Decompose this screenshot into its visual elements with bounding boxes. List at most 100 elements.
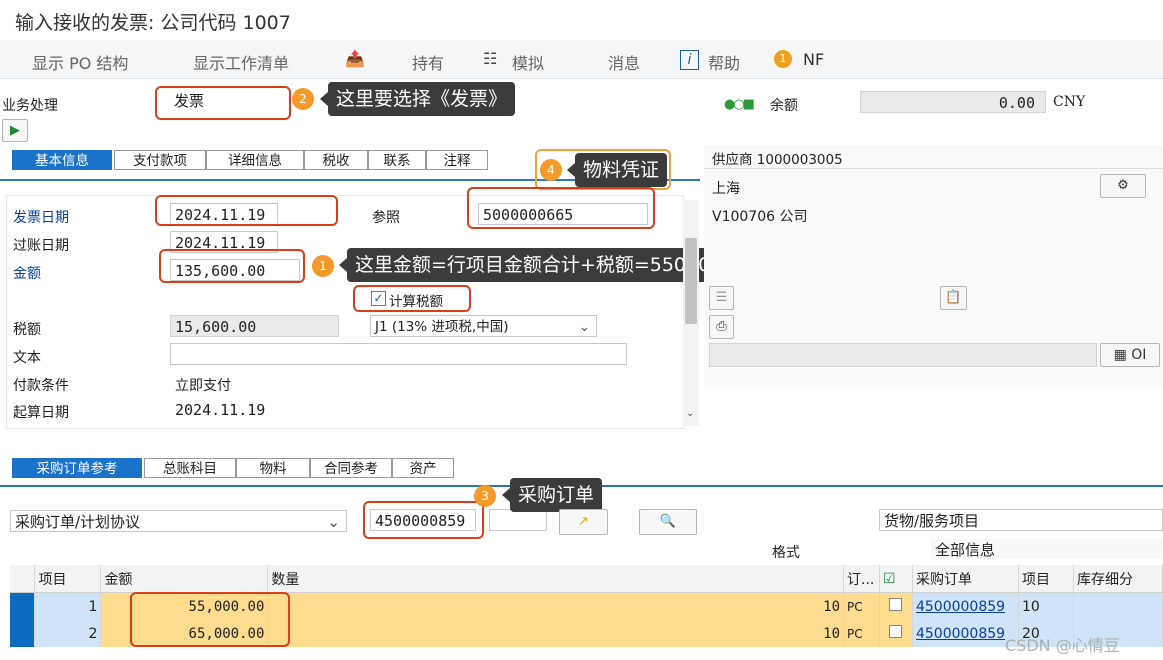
- baseline-date-field[interactable]: 2024.11.19: [170, 398, 278, 420]
- row-quantity[interactable]: 10: [267, 592, 845, 620]
- export-icon[interactable]: 📤: [345, 49, 365, 68]
- po-link[interactable]: 4500000859: [916, 626, 1005, 642]
- tax-label: 税额: [13, 322, 41, 338]
- annotation-box-reference: [467, 187, 655, 229]
- tab-contract-reference[interactable]: 合同参考: [310, 458, 392, 478]
- tab-payment[interactable]: 支付款项: [114, 150, 206, 170]
- table-header: 项目 金额 数量 订... ☑ 采购订单 项目 库存细分: [10, 565, 1163, 593]
- annotation-box-amounts: [130, 592, 290, 647]
- row-unit: PC: [843, 592, 880, 620]
- row-unit: PC: [843, 620, 880, 647]
- expand-icon[interactable]: ▶: [2, 119, 28, 142]
- vendor-city: 上海: [712, 181, 740, 197]
- chevron-down-icon: ⌄: [578, 319, 590, 335]
- col-amount: 金额: [100, 565, 269, 593]
- grid-icon: ▦: [1113, 347, 1127, 363]
- show-po-structure-button[interactable]: 显示 PO 结构: [32, 50, 128, 74]
- item-type-select[interactable]: 货物/服务项目: [879, 509, 1163, 531]
- tab-asset[interactable]: 资产: [392, 458, 454, 478]
- payment-terms-label: 付款条件: [13, 378, 69, 394]
- text-label: 文本: [13, 350, 41, 366]
- row-po-item: 10: [1018, 592, 1074, 620]
- vendor-balance-field: [709, 343, 1097, 367]
- scrollbar[interactable]: ⌄: [683, 200, 699, 426]
- amount-label: 金额: [13, 266, 41, 282]
- col-po-item: 项目: [1018, 565, 1074, 593]
- tab-basic[interactable]: 基本信息: [12, 150, 112, 170]
- basic-data-panel: [6, 195, 684, 429]
- simulate-button[interactable]: 模拟: [512, 50, 544, 74]
- scroll-down-icon[interactable]: ⌄: [686, 408, 694, 419]
- balance-label: 余额: [770, 98, 798, 114]
- payment-terms-value: 立即支付: [175, 378, 231, 394]
- row-stock-segment: [1073, 592, 1163, 620]
- tab-details[interactable]: 详细信息: [206, 150, 304, 170]
- row-po[interactable]: 4500000859: [912, 620, 1019, 647]
- tab-tax[interactable]: 税收: [304, 150, 368, 170]
- tax-code-select[interactable]: J1 (13% 进项税,中国) ⌄: [370, 315, 597, 337]
- col-po: 采购订单: [912, 565, 1019, 593]
- invoice-date-label: 发票日期: [13, 210, 69, 226]
- select-all-cell[interactable]: [10, 565, 36, 593]
- col-check: ☑: [879, 565, 913, 593]
- tab-contact[interactable]: 联系: [368, 150, 426, 170]
- col-quantity: 数量: [267, 565, 845, 593]
- row-quantity[interactable]: 10: [267, 620, 845, 647]
- tab-po-reference[interactable]: 采购订单参考: [12, 458, 142, 478]
- tab-material[interactable]: 物料: [236, 458, 310, 478]
- col-item: 项目: [34, 565, 102, 593]
- annotation-callout-3: 采购订单: [501, 478, 603, 512]
- annotation-badge-3: 3: [474, 485, 496, 507]
- transaction-label: 业务处理: [2, 98, 58, 114]
- row-checkbox[interactable]: [879, 620, 913, 647]
- vendor-detail-icon[interactable]: ⚙: [1100, 174, 1146, 198]
- row-selector[interactable]: [10, 592, 36, 620]
- nf-button[interactable]: NF: [803, 50, 824, 69]
- doc-type-select[interactable]: 采购订单/计划协议 ⌄: [10, 510, 347, 532]
- open-items-button[interactable]: ▦ OI: [1100, 343, 1160, 367]
- export-po-icon[interactable]: ↗: [559, 509, 608, 535]
- help-button[interactable]: 帮助: [708, 50, 740, 74]
- vendor-divider: [704, 168, 1163, 169]
- row-checkbox[interactable]: [879, 592, 913, 620]
- annotation-box-date: [155, 195, 338, 226]
- hold-button[interactable]: 持有: [412, 50, 444, 74]
- balance-field: 0.00: [860, 91, 1046, 113]
- row-po[interactable]: 4500000859: [912, 592, 1019, 620]
- layout-label: 格式: [772, 545, 800, 561]
- po-link[interactable]: 4500000859: [916, 599, 1005, 615]
- annotation-badge-2: 2: [292, 88, 314, 110]
- page-title: 输入接收的发票: 公司代码 1007: [15, 12, 291, 34]
- vendor-name: V100706 公司: [712, 209, 808, 225]
- annotation-callout-2: 这里要选择《发票》: [319, 82, 516, 116]
- scrollbar-thumb[interactable]: [685, 238, 697, 324]
- row-selector[interactable]: [10, 620, 36, 647]
- simulate-icon: ☷: [483, 49, 498, 68]
- tab-gl-account[interactable]: 总账科目: [144, 458, 236, 478]
- tab-notes[interactable]: 注释: [426, 150, 488, 170]
- search-po-icon[interactable]: 🔍: [639, 509, 697, 535]
- text-field[interactable]: [170, 343, 627, 365]
- baseline-date-label: 起算日期: [13, 405, 69, 421]
- po-item-field[interactable]: [489, 509, 547, 531]
- clipboard-icon[interactable]: 📋: [940, 286, 967, 310]
- tax-code-value: J1 (13% 进项税,中国): [375, 319, 509, 335]
- annotation-box-calctax: [353, 285, 471, 312]
- annotation-box-3: [363, 501, 484, 539]
- annotation-callout-4: 物料凭证: [566, 153, 668, 187]
- tax-amount-field: 15,600.00: [170, 315, 339, 337]
- info-icon: i: [680, 50, 699, 70]
- messages-button[interactable]: 消息: [608, 50, 640, 74]
- layout-select[interactable]: 全部信息: [930, 538, 1163, 560]
- col-order-unit: 订...: [843, 565, 880, 593]
- open-items-label: OI: [1131, 347, 1147, 363]
- currency: CNY: [1053, 94, 1086, 110]
- posting-date-label: 过账日期: [13, 238, 69, 254]
- col-stock-segment: 库存细分: [1073, 565, 1163, 593]
- watermark: CSDN @心情豆: [1005, 636, 1120, 655]
- show-worklist-button[interactable]: 显示工作清单: [193, 50, 289, 74]
- list-icon[interactable]: ☰: [709, 286, 734, 310]
- reference-label: 参照: [372, 210, 400, 226]
- vendor-label: 供应商 1000003005: [712, 152, 843, 168]
- document-icon[interactable]: ⎙: [709, 315, 734, 339]
